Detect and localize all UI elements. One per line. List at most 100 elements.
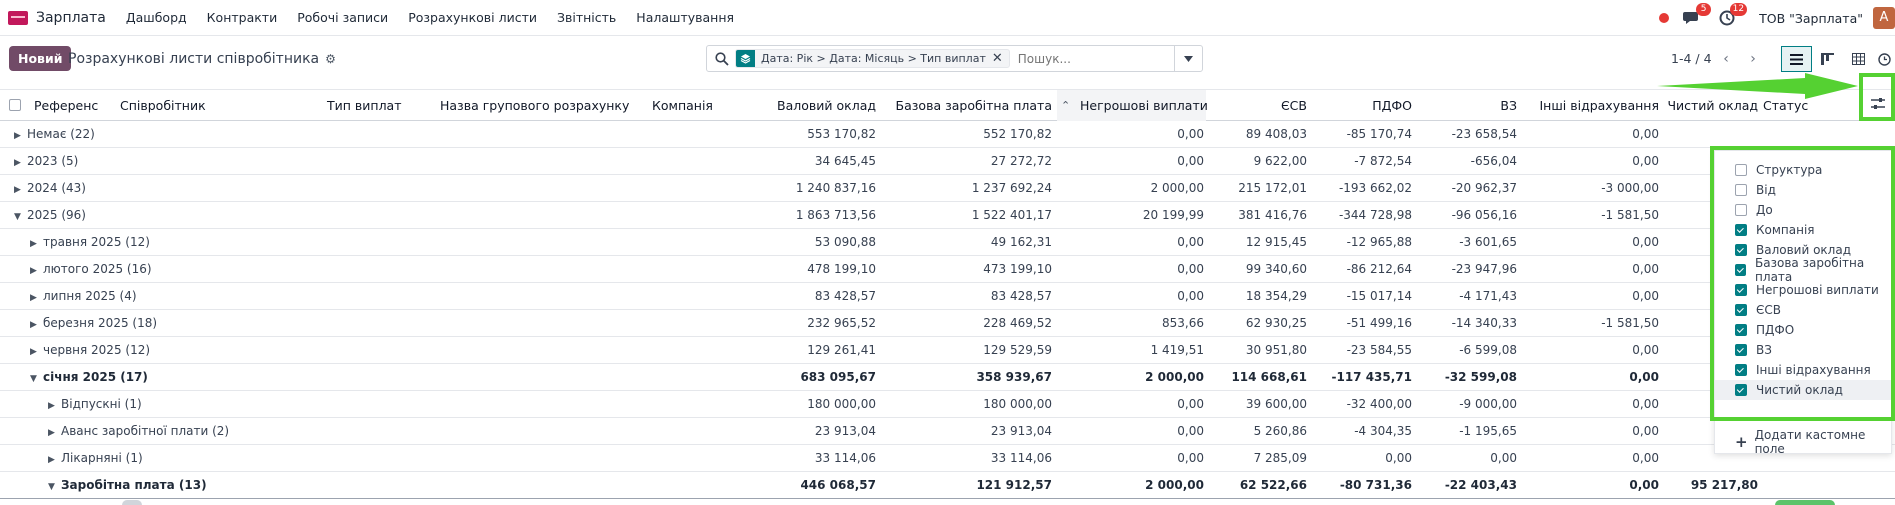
nav-settings[interactable]: Налаштування — [636, 10, 734, 25]
col-ref[interactable]: Референс — [34, 90, 98, 121]
cell-other: 0,00 — [1632, 451, 1659, 465]
app-name[interactable]: Зарплата — [36, 10, 106, 26]
checkbox-checked-icon[interactable] — [1735, 324, 1747, 336]
pivot-view-icon[interactable] — [1843, 46, 1874, 72]
optional-column-option[interactable]: Компанія — [1715, 220, 1891, 240]
nav-payslips[interactable]: Розрахункові листи — [408, 10, 537, 25]
col-company[interactable]: Компанія — [652, 90, 713, 121]
group-row-label[interactable]: ▶ червня 2025 (12) — [30, 337, 150, 364]
optional-column-option[interactable]: Чистий оклад — [1715, 380, 1891, 400]
group-row[interactable]: ▶ червня 2025 (12) 129 261,41 129 529,59 1 4… — [0, 337, 1895, 364]
group-row-label[interactable]: ▶ 2024 (43) — [14, 175, 86, 202]
group-row-label[interactable]: ▶ березня 2025 (18) — [30, 310, 157, 337]
nav-dashboard[interactable]: Дашборд — [126, 10, 187, 25]
group-row-label[interactable]: ▼ січня 2025 (17) — [30, 364, 148, 391]
optional-columns-toggle[interactable] — [1870, 96, 1888, 114]
search-options-toggle[interactable] — [1174, 46, 1202, 71]
group-row-label[interactable]: ▶ Немає (22) — [14, 121, 95, 148]
group-row[interactable]: ▼ Заробітна плата (13) 446 068,57 121 912,5… — [0, 472, 1895, 499]
group-name: 2024 (43) — [27, 181, 86, 195]
checkbox-checked-icon[interactable] — [1735, 244, 1747, 256]
payroll-app-icon[interactable] — [8, 10, 28, 25]
checkbox-checked-icon[interactable] — [1735, 304, 1747, 316]
group-row[interactable]: ▶ Лікарняні (1) 33 114,06 33 114,06 0,00 7 28… — [0, 445, 1895, 472]
group-row-label[interactable]: ▶ лютого 2025 (16) — [30, 256, 152, 283]
optional-column-option[interactable]: ВЗ — [1715, 340, 1891, 360]
add-custom-field-button[interactable]: + Додати кастомне поле — [1735, 428, 1891, 456]
group-row-label[interactable]: ▶ травня 2025 (12) — [30, 229, 150, 256]
nav-reporting[interactable]: Звітність — [557, 10, 616, 25]
optional-column-option[interactable]: Інші відрахування — [1715, 360, 1891, 380]
groupby-facet[interactable]: Дата: Рік > Дата: Місяць > Тип виплат ✕ — [735, 49, 1010, 68]
optional-column-option[interactable]: Структура — [1715, 160, 1891, 180]
checkbox-unchecked-icon[interactable] — [1735, 204, 1747, 216]
cell-other: 0,00 — [1632, 289, 1659, 303]
activity-view-icon[interactable] — [1874, 46, 1895, 72]
cell-basic: 473 199,10 — [983, 262, 1052, 276]
cell-esv: 12 915,45 — [1245, 235, 1307, 249]
pager-next-icon[interactable]: › — [1740, 46, 1766, 71]
optional-column-option[interactable]: ЄСВ — [1715, 300, 1891, 320]
checkbox-checked-icon[interactable] — [1735, 384, 1747, 396]
group-row[interactable]: ▶ березня 2025 (18) 232 965,52 228 469,52 85… — [0, 310, 1895, 337]
optional-column-option[interactable]: Від — [1715, 180, 1891, 200]
group-row[interactable]: ▶ 2024 (43) 1 240 837,16 1 237 692,24 2 000,… — [0, 175, 1895, 202]
group-row[interactable]: ▶ лютого 2025 (16) 478 199,10 473 199,10 0,0… — [0, 256, 1895, 283]
optional-column-option[interactable]: ПДФО — [1715, 320, 1891, 340]
group-row[interactable]: ▼ 2025 (96) 1 863 713,56 1 522 401,17 20 199… — [0, 202, 1895, 229]
activity-clock-icon[interactable]: 12 — [1719, 3, 1748, 26]
user-avatar[interactable]: А — [1873, 7, 1895, 29]
group-row[interactable]: ▶ липня 2025 (4) 83 428,57 83 428,57 0,00 18 … — [0, 283, 1895, 310]
group-row-label[interactable]: ▶ Аванс заробітної плати (2) — [48, 418, 229, 445]
col-status[interactable]: Статус — [1763, 90, 1808, 121]
group-row[interactable]: ▶ 2023 (5) 34 645,45 27 272,72 0,00 9 622,00 -… — [0, 148, 1895, 175]
checkbox-checked-icon[interactable] — [1735, 364, 1747, 376]
new-button[interactable]: Новий — [9, 46, 72, 71]
select-all-checkbox[interactable] — [9, 99, 21, 111]
col-esv[interactable]: ЄСВ — [1210, 90, 1307, 121]
status-dot-icon[interactable] — [1659, 13, 1670, 23]
col-gross[interactable]: Валовий оклад — [760, 90, 876, 121]
search-input[interactable] — [1017, 51, 1198, 66]
remove-facet-icon[interactable]: ✕ — [992, 51, 1009, 66]
group-row-label[interactable]: ▶ липня 2025 (4) — [30, 283, 137, 310]
checkbox-unchecked-icon[interactable] — [1735, 184, 1747, 196]
col-pay-type[interactable]: Тип виплат — [327, 90, 402, 121]
messages-icon[interactable]: 5 — [1683, 3, 1712, 26]
col-employee[interactable]: Співробітник — [120, 90, 206, 121]
group-row-label[interactable]: ▼ Заробітна плата (13) — [48, 472, 207, 499]
optional-column-option[interactable]: Базова заробітна плата — [1715, 256, 1891, 284]
company-switcher[interactable]: ТОВ "Зарплата" — [1759, 11, 1863, 26]
col-pdfo[interactable]: ПДФО — [1310, 90, 1412, 121]
group-row-label[interactable]: ▶ Відпускні (1) — [48, 391, 142, 418]
group-row[interactable]: ▼ січня 2025 (17) 683 095,67 358 939,67 2 00… — [0, 364, 1895, 391]
nav-work-entries[interactable]: Робочі записи — [297, 10, 388, 25]
col-noncash[interactable]: Негрошові виплати — [1080, 90, 1208, 121]
pager-previous-icon[interactable]: ‹ — [1713, 46, 1739, 71]
col-net[interactable]: Чистий оклад — [1662, 90, 1758, 121]
nav-contracts[interactable]: Контракти — [207, 10, 278, 25]
checkbox-checked-icon[interactable] — [1735, 344, 1747, 356]
checkbox-checked-icon[interactable] — [1735, 264, 1747, 276]
group-row[interactable]: ▶ Відпускні (1) 180 000,00 180 000,00 0,00 39… — [0, 391, 1895, 418]
gear-icon[interactable]: ⚙ — [325, 52, 336, 66]
group-row-label[interactable]: ▶ Лікарняні (1) — [48, 445, 143, 472]
group-row[interactable]: ▶ Немає (22) 553 170,82 552 170,82 0,00 89 40… — [0, 121, 1895, 148]
optional-column-option[interactable]: До — [1715, 200, 1891, 220]
group-row-label[interactable]: ▼ 2025 (96) — [14, 202, 86, 229]
group-row[interactable]: ▶ травня 2025 (12) 53 090,88 49 162,31 0,00 1… — [0, 229, 1895, 256]
checkbox-checked-icon[interactable] — [1735, 284, 1747, 296]
optional-column-option[interactable]: Негрошові виплати — [1715, 280, 1891, 300]
group-row[interactable]: ▶ Аванс заробітної плати (2) 23 913,04 23 9… — [0, 418, 1895, 445]
checkbox-unchecked-icon[interactable] — [1735, 164, 1747, 176]
col-other[interactable]: Інші відрахування — [1520, 90, 1659, 121]
search-icon[interactable] — [715, 51, 729, 66]
col-batch[interactable]: Назва групового розрахунку — [440, 90, 629, 121]
pager-value[interactable]: 1-4 / 4 — [1671, 51, 1712, 66]
list-view-icon[interactable] — [1781, 46, 1812, 72]
kanban-view-icon[interactable] — [1812, 46, 1843, 72]
col-basic[interactable]: Базова заробітна плата — [880, 90, 1052, 121]
checkbox-checked-icon[interactable] — [1735, 224, 1747, 236]
col-vz[interactable]: ВЗ — [1420, 90, 1517, 121]
group-row-label[interactable]: ▶ 2023 (5) — [14, 148, 78, 175]
